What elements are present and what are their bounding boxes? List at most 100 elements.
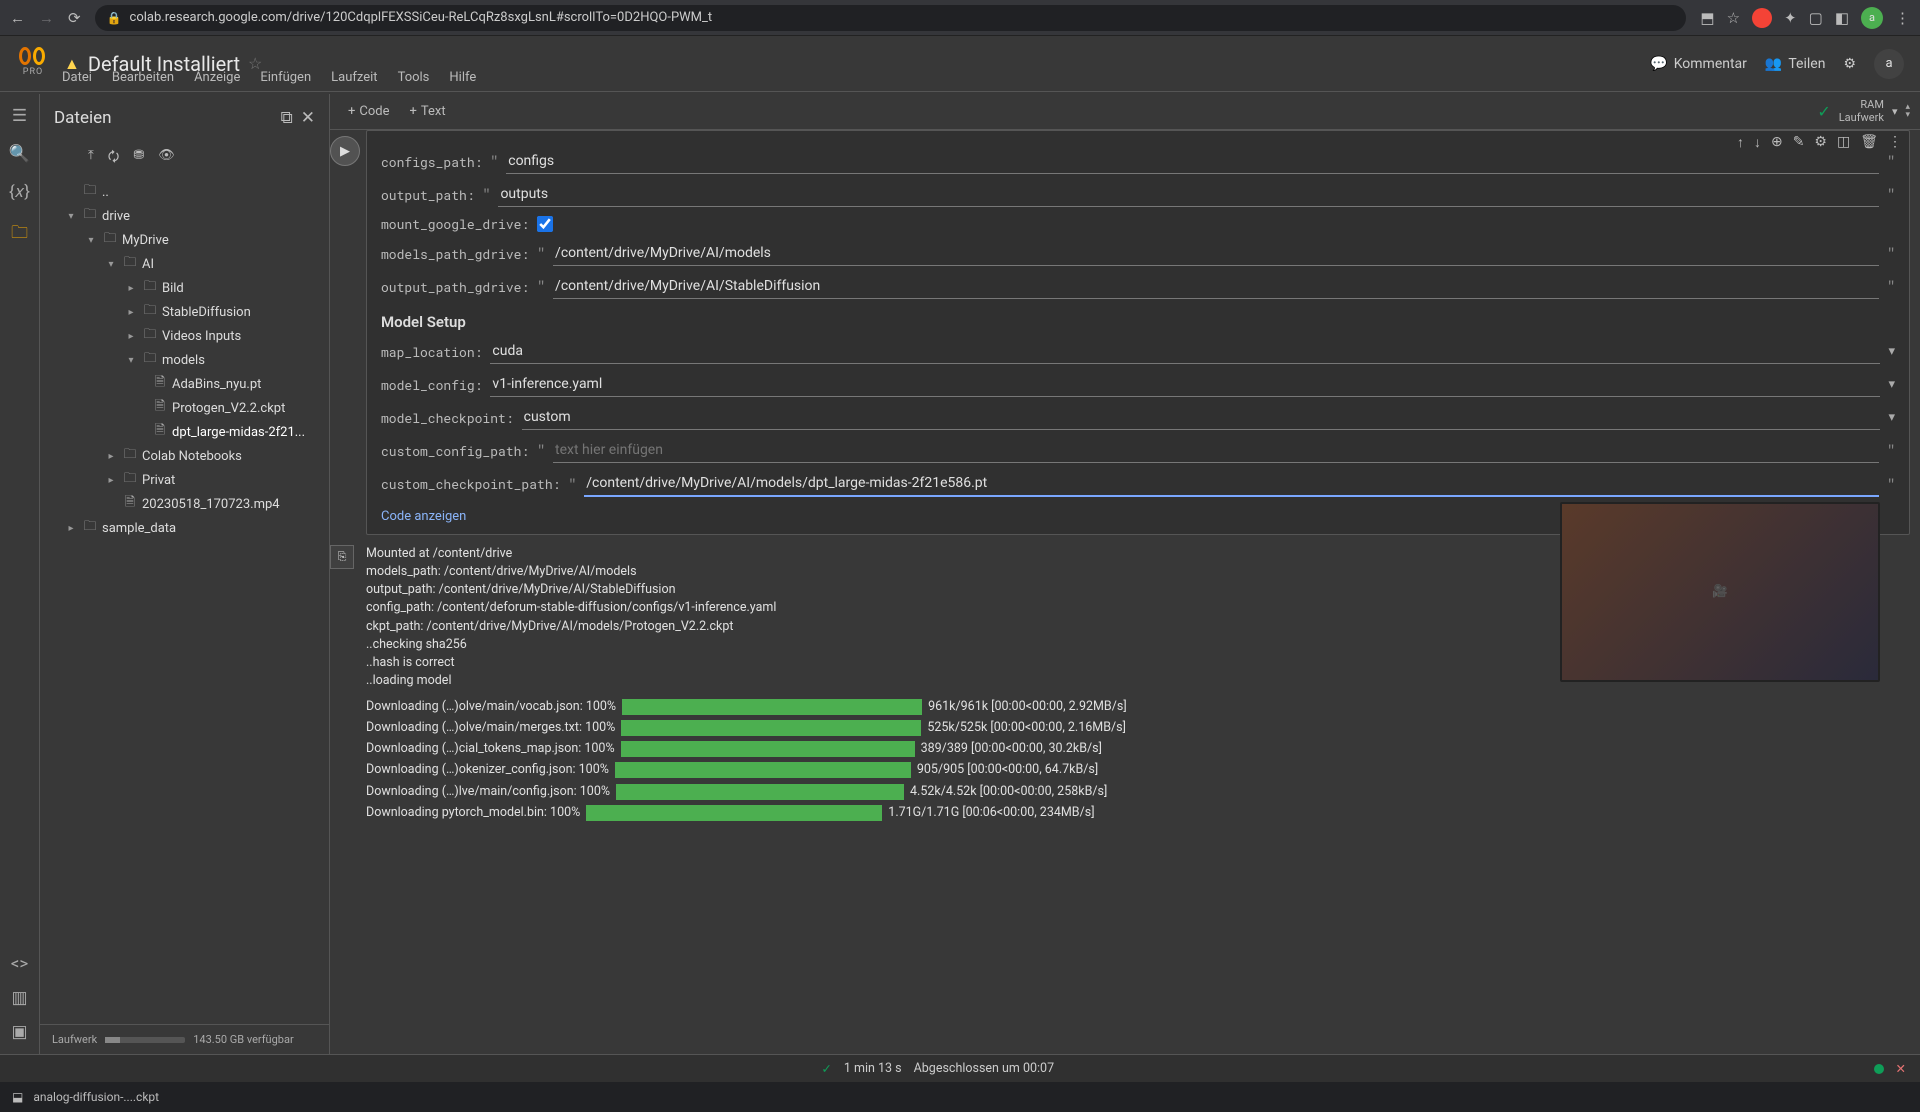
star-icon[interactable]: ☆: [1727, 9, 1740, 27]
tree-ai[interactable]: ▾🗀AI: [46, 252, 323, 276]
upload-icon[interactable]: ⤒: [88, 148, 94, 170]
status-ok-icon: ✓: [821, 1061, 831, 1077]
files-sidebar: Dateien ⧉ ✕ ⤒ 🗘 ⛃ 👁 🗀.. ▾🗀drive ▾🗀MyDriv…: [40, 94, 330, 1054]
progress-bar: [616, 784, 904, 800]
download-label: Downloading (…)lve/main/config.json: 100…: [366, 783, 610, 801]
tree-videos[interactable]: ▸🗀Videos Inputs: [46, 324, 323, 348]
tree-file[interactable]: 🗎dpt_large-midas-2f21...: [46, 420, 323, 444]
browser-toolbar: ← → ⟳ 🔒 colab.research.google.com/drive/…: [0, 0, 1920, 36]
menu-tools[interactable]: Tools: [398, 70, 430, 85]
back-icon[interactable]: ←: [10, 9, 25, 27]
terminal-icon[interactable]: ▣: [11, 1022, 27, 1042]
share-button[interactable]: 👥Teilen: [1765, 56, 1826, 72]
tree-mydrive[interactable]: ▾🗀MyDrive: [46, 228, 323, 252]
custom-checkpoint-path-input[interactable]: [584, 471, 1879, 497]
chevron-down-icon: ▾: [1888, 344, 1895, 359]
gear-icon[interactable]: ⚙: [1814, 134, 1827, 151]
models-path-gdrive-input[interactable]: [553, 241, 1879, 266]
forward-icon[interactable]: →: [39, 9, 54, 27]
variables-icon[interactable]: {𝑥}: [9, 182, 30, 202]
link-icon[interactable]: ⊕: [1771, 134, 1783, 151]
panel-icon[interactable]: ◧: [1835, 9, 1849, 27]
configs-path-input[interactable]: [506, 149, 1879, 174]
edit-icon[interactable]: ✎: [1793, 134, 1805, 151]
mirror-icon[interactable]: ◫: [1837, 134, 1850, 151]
collapse-toggle-icon[interactable]: ▴▾: [1905, 104, 1910, 118]
comment-icon: 💬: [1650, 56, 1667, 72]
tree-file[interactable]: 🗎AdaBins_nyu.pt: [46, 372, 323, 396]
tree-privat[interactable]: ▸🗀Privat: [46, 468, 323, 492]
menu-toggle-icon[interactable]: ☰: [12, 106, 27, 126]
menu-icon[interactable]: ⋮: [1895, 9, 1910, 27]
search-icon[interactable]: 🔍: [9, 144, 30, 164]
tree-sample[interactable]: ▸🗀sample_data: [46, 516, 323, 540]
model-config-select[interactable]: v1-inference.yaml: [490, 372, 1880, 397]
tree-colabnb[interactable]: ▸🗀Colab Notebooks: [46, 444, 323, 468]
output-path-gdrive-input[interactable]: [553, 274, 1879, 299]
share-icon: 👥: [1765, 56, 1782, 72]
refresh-icon[interactable]: 🗘: [108, 148, 120, 170]
menu-edit[interactable]: Bearbeiten: [112, 70, 174, 85]
map-location-select[interactable]: cuda: [490, 339, 1880, 364]
code-snippets-icon[interactable]: <>: [11, 954, 29, 974]
tree-parent[interactable]: 🗀..: [46, 180, 323, 204]
tree-drive[interactable]: ▾🗀drive: [46, 204, 323, 228]
reload-icon[interactable]: ⟳: [68, 9, 81, 27]
form-cell: ▶ ↑ ↓ ⊕ ✎ ⚙ ◫ 🗑 ⋮ configs_path:"" output…: [366, 130, 1910, 535]
close-sidebar-icon[interactable]: ✕: [301, 108, 315, 128]
lock-icon: 🔒: [107, 11, 122, 25]
status-bar: ✓ 1 min 13 s Abgeschlossen um 00:07 ✕: [0, 1054, 1920, 1082]
hide-icon[interactable]: 👁: [158, 148, 175, 170]
webcam-overlay: 🎥: [1560, 502, 1880, 682]
notebook-area: +Code +Text ✓ RAM Laufwerk ▾ ▴▾ ▶ ↑ ↓ ⊕ …: [330, 94, 1920, 1054]
move-down-icon[interactable]: ↓: [1754, 134, 1761, 151]
more-icon[interactable]: ⋮: [1888, 134, 1902, 151]
add-text-button[interactable]: +Text: [402, 100, 454, 123]
menu-runtime[interactable]: Laufzeit: [331, 70, 377, 85]
custom-config-path-input[interactable]: [553, 438, 1879, 463]
download-filename[interactable]: analog-diffusion-....ckpt: [33, 1090, 159, 1104]
comment-button[interactable]: 💬Kommentar: [1650, 56, 1747, 72]
download-stats: 905/905 [00:00<00:00, 64.7kB/s]: [917, 761, 1098, 779]
extension-badge-icon[interactable]: [1752, 8, 1772, 28]
delete-icon[interactable]: 🗑: [1860, 134, 1878, 151]
tree-file[interactable]: 🗎20230518_170723.mp4: [46, 492, 323, 516]
output-toggle-icon[interactable]: ⎘: [330, 545, 354, 569]
run-cell-button[interactable]: ▶: [330, 136, 360, 166]
url-text: colab.research.google.com/drive/120Cdqpl…: [130, 10, 713, 25]
kernel-status-icon: [1874, 1064, 1884, 1074]
close-status-icon[interactable]: ✕: [1896, 1061, 1906, 1077]
menu-insert[interactable]: Einfügen: [260, 70, 311, 85]
profile-avatar-icon[interactable]: a: [1861, 7, 1883, 29]
add-code-button[interactable]: +Code: [340, 100, 398, 123]
tree-bild[interactable]: ▸🗀Bild: [46, 276, 323, 300]
mount-drive-checkbox[interactable]: [537, 216, 553, 232]
model-checkpoint-select[interactable]: custom: [522, 405, 1881, 430]
tree-models[interactable]: ▾🗀models: [46, 348, 323, 372]
mount-drive-icon[interactable]: ⛃: [133, 148, 144, 170]
menu-file[interactable]: Datei: [62, 70, 92, 85]
tree-stable[interactable]: ▸🗀StableDiffusion: [46, 300, 323, 324]
files-icon[interactable]: 🗀: [11, 220, 28, 249]
download-progress-row: Downloading (…)okenizer_config.json: 100…: [366, 761, 1910, 779]
colab-logo-icon[interactable]: PRO: [16, 47, 50, 81]
runtime-menu-icon[interactable]: ▾: [1892, 105, 1898, 118]
account-avatar-icon[interactable]: a: [1874, 49, 1904, 79]
download-chip-icon[interactable]: ⬓: [12, 1090, 23, 1104]
output-path-input[interactable]: [498, 182, 1879, 207]
progress-bar: [615, 762, 911, 778]
menu-view[interactable]: Anzeige: [194, 70, 240, 85]
url-bar[interactable]: 🔒 colab.research.google.com/drive/120Cdq…: [95, 5, 1687, 31]
settings-icon[interactable]: ⚙: [1843, 56, 1856, 72]
command-palette-icon[interactable]: ▥: [11, 988, 27, 1008]
move-up-icon[interactable]: ↑: [1737, 134, 1744, 151]
download-stats: 525k/525k [00:00<00:00, 2.16MB/s]: [927, 719, 1126, 737]
tab-icon[interactable]: ▢: [1809, 9, 1823, 27]
new-window-icon[interactable]: ⧉: [281, 108, 293, 128]
tree-file[interactable]: 🗎Protogen_V2.2.ckpt: [46, 396, 323, 420]
install-icon[interactable]: ⬒: [1700, 9, 1714, 27]
sidebar-title: Dateien: [54, 108, 112, 128]
menu-help[interactable]: Hilfe: [449, 70, 476, 85]
extensions-icon[interactable]: ✦: [1784, 9, 1797, 27]
ram-indicator[interactable]: RAM Laufwerk: [1839, 99, 1884, 123]
